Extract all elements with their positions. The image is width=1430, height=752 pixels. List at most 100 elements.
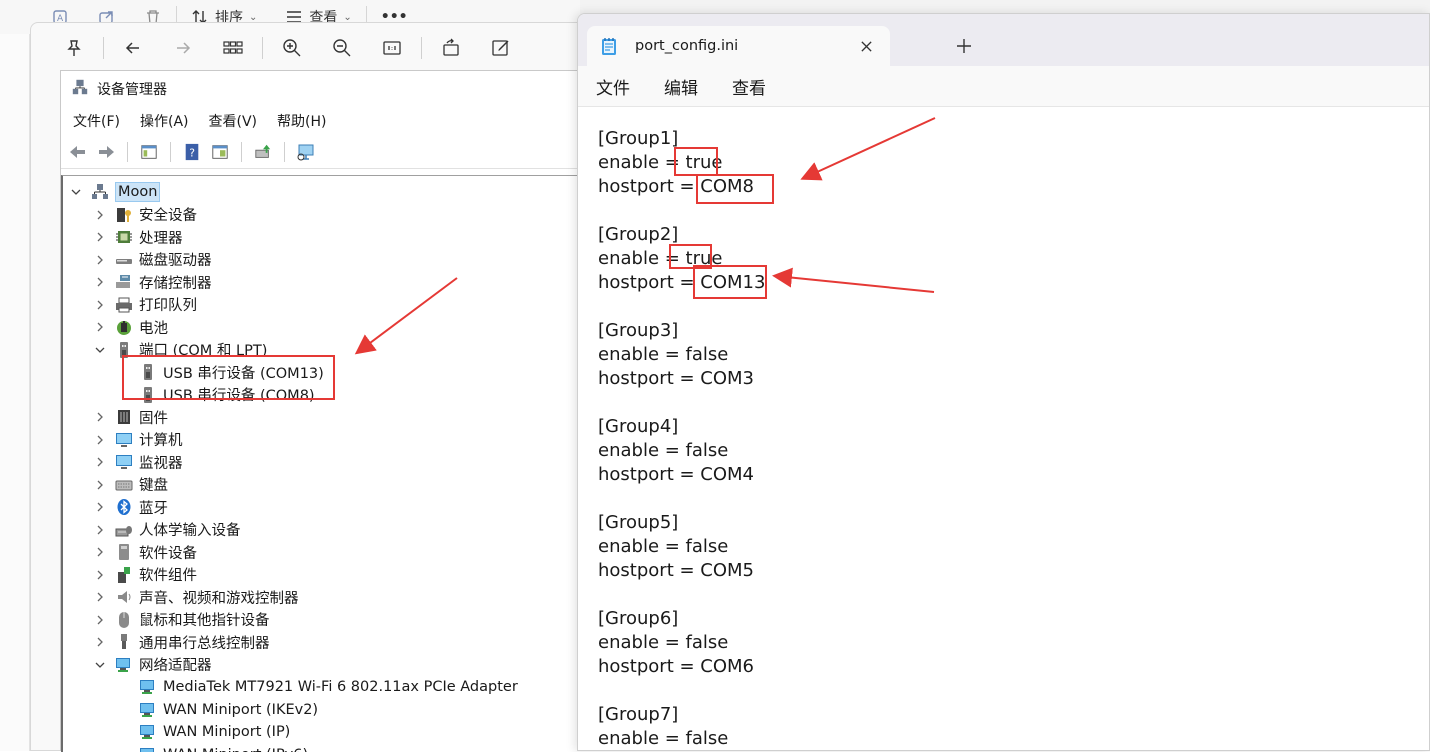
network-adapter-icon: [139, 678, 157, 696]
chevron-right-icon[interactable]: [93, 433, 107, 447]
menu-file[interactable]: 文件: [596, 74, 630, 99]
properties-icon[interactable]: [207, 139, 233, 165]
chevron-right-icon[interactable]: [93, 545, 107, 559]
device-manager-titlebar: 设备管理器: [61, 71, 589, 107]
menu-action[interactable]: 操作(A): [140, 111, 199, 131]
zoom-in-icon[interactable]: [267, 28, 317, 68]
tree-category[interactable]: 固件: [93, 406, 168, 428]
svg-text:?: ?: [189, 146, 195, 159]
chevron-down-icon: ⌄: [249, 12, 257, 23]
chevron-right-icon[interactable]: [93, 298, 107, 312]
text-line: [Group1]: [598, 127, 678, 151]
back-arrow-icon[interactable]: [108, 28, 158, 68]
chevron-right-icon[interactable]: [93, 230, 107, 244]
text-line: [Group5]: [598, 511, 678, 535]
tree-category[interactable]: 软件组件: [93, 564, 197, 586]
rotate-icon[interactable]: [426, 28, 476, 68]
chevron-right-icon[interactable]: [93, 410, 107, 424]
edit-icon[interactable]: [476, 28, 526, 68]
chevron-right-icon[interactable]: [93, 320, 107, 334]
tree-item-label: WAN Miniport (IP): [163, 724, 290, 740]
menu-view[interactable]: 查看: [732, 74, 766, 99]
chevron-right-icon[interactable]: [93, 478, 107, 492]
tree-category[interactable]: 打印队列: [93, 294, 197, 316]
chevron-right-icon[interactable]: [93, 253, 107, 267]
text-line: [Group6]: [598, 607, 678, 631]
tree-category[interactable]: 蓝牙: [93, 496, 168, 518]
keyboard-icon: [115, 476, 133, 494]
tree-item-label: MediaTek MT7921 Wi-Fi 6 802.11ax PCIe Ad…: [163, 679, 518, 695]
tree-category[interactable]: 存储控制器: [93, 271, 212, 293]
tree-category[interactable]: 计算机: [93, 429, 183, 451]
chevron-down-icon[interactable]: [93, 658, 107, 672]
tree-category[interactable]: 电池: [93, 316, 168, 338]
chevron-right-icon[interactable]: [93, 455, 107, 469]
update-driver-icon[interactable]: [250, 139, 276, 165]
forward-icon[interactable]: [93, 139, 119, 165]
tab-port-config[interactable]: port_config.ini: [587, 26, 890, 66]
tree-item-label: WAN Miniport (IKEv2): [163, 702, 318, 718]
chevron-right-icon[interactable]: [93, 635, 107, 649]
notepad-window: port_config.ini 文件 编辑 查看 [Group1] enable …: [577, 13, 1430, 751]
menu-edit[interactable]: 编辑: [664, 74, 698, 99]
viewer-toolbar: [31, 23, 591, 73]
scan-hardware-icon[interactable]: [293, 139, 319, 165]
tree-item-label: 网络适配器: [139, 654, 212, 675]
back-icon[interactable]: [65, 139, 91, 165]
chevron-right-icon[interactable]: [93, 208, 107, 222]
text-line: hostport = COM3: [598, 367, 754, 391]
tree-device[interactable]: WAN Miniport (IKEv2): [117, 699, 318, 721]
tree-category[interactable]: 通用串行总线控制器: [93, 631, 270, 653]
help-icon[interactable]: ?: [179, 139, 205, 165]
firmware-icon: [115, 408, 133, 426]
device-manager-toolbar: ?: [61, 135, 589, 169]
show-hide-tree-icon[interactable]: [136, 139, 162, 165]
chevron-right-icon[interactable]: [93, 523, 107, 537]
tree-category[interactable]: 安全设备: [93, 204, 197, 226]
tab-title: port_config.ini: [635, 38, 738, 54]
actual-size-icon[interactable]: [367, 28, 417, 68]
text-line: [Group7]: [598, 703, 678, 727]
monitor-icon: [115, 431, 133, 449]
toolbar-separator: [127, 142, 128, 162]
tree-item-label: 鼠标和其他指针设备: [139, 609, 270, 630]
menu-view[interactable]: 查看(V): [209, 111, 268, 131]
disk-drive-icon: [115, 251, 133, 269]
chevron-down-icon[interactable]: [93, 343, 107, 357]
tree-category[interactable]: 网络适配器: [93, 654, 212, 676]
chevron-right-icon[interactable]: [93, 500, 107, 514]
text-line: enable = false: [598, 535, 728, 559]
tree-item-label: 键盘: [139, 474, 168, 495]
device-tree: Moon安全设备处理器磁盘驱动器存储控制器打印队列电池端口 (COM 和 LPT…: [61, 175, 591, 752]
tree-device[interactable]: WAN Miniport (IP): [117, 721, 290, 743]
tree-category[interactable]: 键盘: [93, 474, 168, 496]
menu-file[interactable]: 文件(F): [73, 111, 130, 131]
forward-arrow-icon[interactable]: [158, 28, 208, 68]
menu-help[interactable]: 帮助(H): [277, 111, 336, 131]
tree-category[interactable]: 软件设备: [93, 541, 197, 563]
pin-icon[interactable]: [49, 28, 99, 68]
notepad-titlebar: port_config.ini: [578, 14, 1429, 66]
chevron-right-icon[interactable]: [93, 613, 107, 627]
zoom-out-icon[interactable]: [317, 28, 367, 68]
tree-category[interactable]: 人体学输入设备: [93, 519, 241, 541]
tree-root[interactable]: Moon: [69, 181, 160, 203]
new-tab-icon[interactable]: [952, 34, 976, 58]
chevron-right-icon[interactable]: [93, 590, 107, 604]
chevron-right-icon[interactable]: [93, 568, 107, 582]
explorer-nav-pane: [0, 34, 30, 751]
close-tab-icon[interactable]: [856, 36, 876, 56]
chevron-right-icon[interactable]: [93, 275, 107, 289]
tree-category[interactable]: 处理器: [93, 226, 183, 248]
software-component-icon: [115, 566, 133, 584]
gallery-grid-icon[interactable]: [208, 28, 258, 68]
tree-device[interactable]: MediaTek MT7921 Wi-Fi 6 802.11ax PCIe Ad…: [117, 676, 518, 698]
processor-icon: [115, 228, 133, 246]
tree-category[interactable]: 磁盘驱动器: [93, 249, 212, 271]
chevron-down-icon[interactable]: [69, 185, 83, 199]
tree-category[interactable]: 鼠标和其他指针设备: [93, 609, 270, 631]
window-title: 设备管理器: [97, 79, 167, 99]
tree-category[interactable]: 监视器: [93, 451, 183, 473]
tree-item-label: 电池: [139, 317, 168, 338]
tree-category[interactable]: 声音、视频和游戏控制器: [93, 586, 299, 608]
